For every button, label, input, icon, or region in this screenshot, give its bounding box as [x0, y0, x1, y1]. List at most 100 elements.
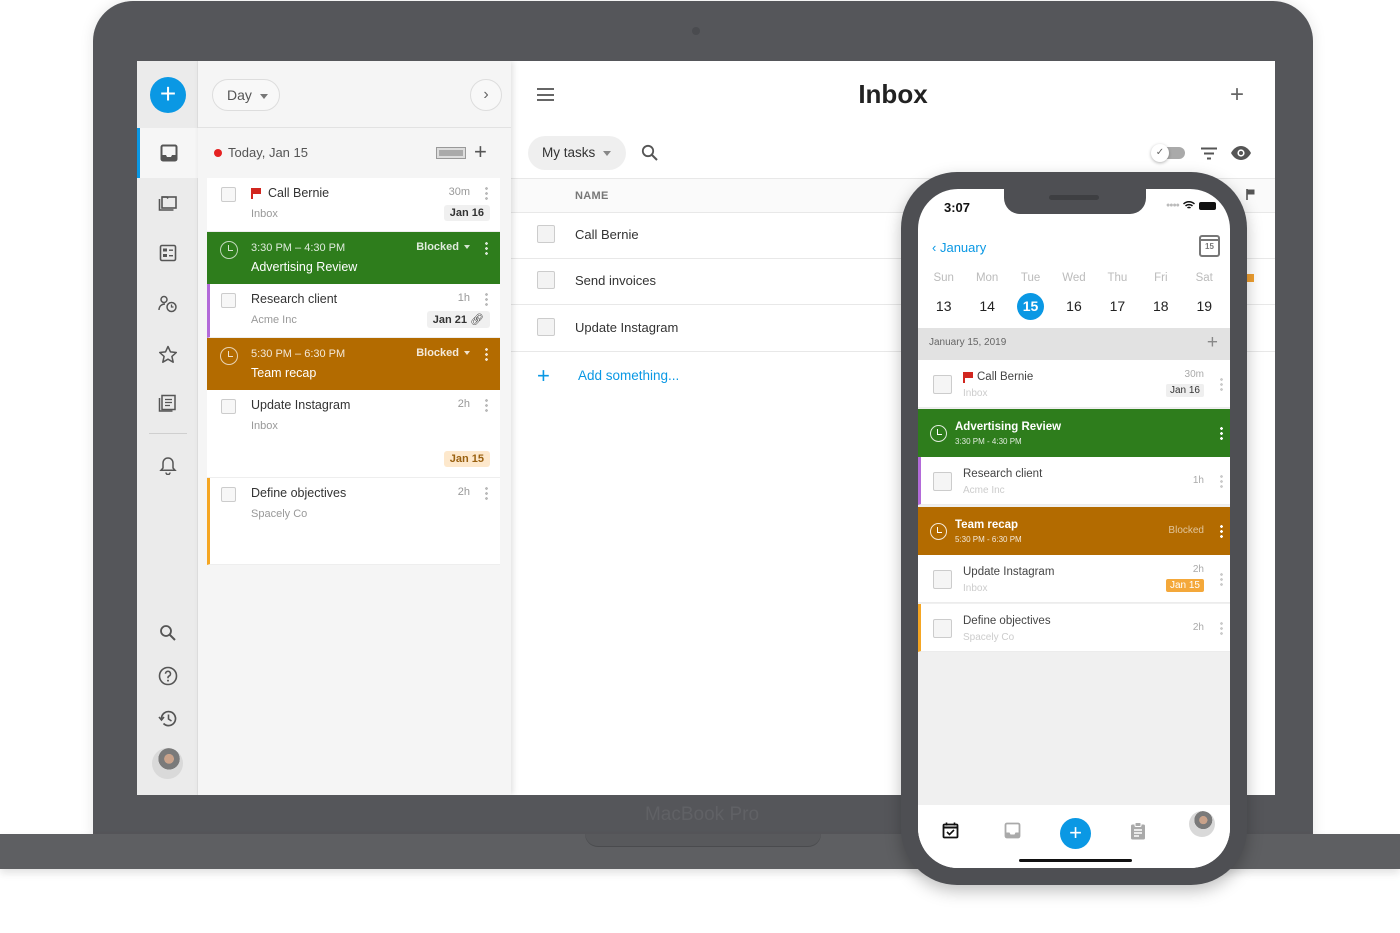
- mobile-event-card[interactable]: Advertising Review 3:30 PM - 4:30 PM: [918, 409, 1230, 457]
- mobile-task-card[interactable]: Update Instagram Inbox 2h Jan 15: [918, 555, 1230, 603]
- back-to-month-button[interactable]: ‹ January: [932, 240, 986, 255]
- calendar-today-icon[interactable]: 15: [1199, 235, 1220, 257]
- task-checkbox[interactable]: [537, 225, 555, 243]
- event-title: Team recap: [251, 366, 317, 380]
- more-options-icon[interactable]: [485, 347, 488, 361]
- day-cell[interactable]: 16: [1054, 293, 1094, 319]
- more-options-icon[interactable]: [1220, 572, 1223, 586]
- column-header-name[interactable]: NAME: [575, 190, 609, 202]
- event-card[interactable]: 3:30 PM – 4:30 PM Advertising Review Blo…: [207, 232, 500, 284]
- add-icon[interactable]: +: [537, 363, 550, 389]
- today-label: Today, Jan 15: [228, 145, 308, 160]
- more-options-icon[interactable]: [1220, 474, 1223, 488]
- rail-item-favorites[interactable]: [137, 329, 198, 379]
- mobile-task-card[interactable]: Define objectives Spacely Co 2h: [918, 604, 1230, 652]
- mobile-event-card[interactable]: Team recap 5:30 PM - 6:30 PM Blocked: [918, 507, 1230, 555]
- calendar-check-icon[interactable]: [942, 822, 959, 839]
- task-row[interactable]: Update Instagram: [575, 320, 678, 335]
- rail-item-inbox[interactable]: [137, 128, 198, 178]
- laptop-notch: [585, 834, 821, 847]
- more-options-icon[interactable]: [485, 241, 488, 255]
- event-status[interactable]: Blocked: [1168, 525, 1204, 536]
- star-icon: [158, 345, 177, 363]
- task-card[interactable]: Define objectives Spacely Co 2h: [207, 478, 500, 565]
- day-cell[interactable]: 17: [1097, 293, 1137, 319]
- event-status-label: Blocked: [416, 241, 459, 253]
- event-card[interactable]: 5:30 PM – 6:30 PM Team recap Blocked: [207, 338, 500, 390]
- day-cell-selected[interactable]: 15: [1011, 293, 1051, 319]
- notes-icon: [158, 394, 176, 412]
- task-title: Call Bernie: [268, 186, 330, 200]
- task-row[interactable]: Send invoices: [575, 273, 656, 288]
- task-filter-dropdown[interactable]: My tasks: [528, 136, 626, 170]
- rail-history-button[interactable]: [137, 693, 198, 743]
- rail-divider: [149, 433, 187, 434]
- add-to-date-button[interactable]: +: [1207, 332, 1218, 354]
- mobile-user-avatar[interactable]: [1189, 811, 1215, 837]
- add-button[interactable]: +: [1230, 81, 1244, 109]
- day-cell[interactable]: 18: [1141, 293, 1181, 319]
- task-title: Define objectives: [251, 486, 347, 500]
- more-options-icon[interactable]: [1220, 524, 1223, 538]
- add-task-button[interactable]: +: [150, 77, 186, 113]
- mobile-add-button[interactable]: +: [1060, 818, 1091, 849]
- inbox-icon[interactable]: [1004, 822, 1021, 839]
- task-card[interactable]: Call Bernie Inbox 30m Jan 16: [207, 178, 500, 232]
- show-completed-toggle[interactable]: ✓: [1151, 144, 1185, 162]
- wifi-icon: [1182, 201, 1195, 209]
- task-checkbox[interactable]: [537, 271, 555, 289]
- task-checkbox[interactable]: [221, 293, 236, 308]
- more-options-icon[interactable]: [1220, 426, 1223, 440]
- task-date-badge: Jan 16: [1165, 384, 1204, 397]
- day-cell[interactable]: 14: [967, 293, 1007, 319]
- more-options-icon[interactable]: [1220, 621, 1223, 635]
- task-card[interactable]: Research client Acme Inc 1h Jan 21 🔗︎: [207, 284, 500, 338]
- more-options-icon[interactable]: [485, 292, 488, 306]
- task-row[interactable]: Call Bernie: [575, 227, 639, 242]
- task-checkbox[interactable]: [933, 375, 952, 394]
- clock-icon: [930, 523, 947, 540]
- task-project: Inbox: [963, 388, 988, 399]
- more-options-icon[interactable]: [485, 398, 488, 412]
- event-status-dropdown[interactable]: Blocked: [416, 347, 470, 359]
- status-bar-icons: ●●●●: [1166, 201, 1216, 210]
- task-checkbox[interactable]: [221, 487, 236, 502]
- task-date-badge[interactable]: Jan 21 🔗︎: [426, 311, 490, 328]
- search-icon[interactable]: [641, 144, 659, 162]
- view-selector-dropdown[interactable]: Day: [212, 79, 280, 111]
- filter-icon[interactable]: [1200, 147, 1218, 160]
- more-options-icon[interactable]: [485, 486, 488, 500]
- mobile-task-card[interactable]: Call Bernie Inbox 30m Jan 16: [918, 360, 1230, 408]
- mobile-task-card[interactable]: Research client Acme Inc 1h: [918, 457, 1230, 505]
- event-status-dropdown[interactable]: Blocked: [416, 241, 470, 253]
- task-checkbox[interactable]: [221, 399, 236, 414]
- add-to-day-button[interactable]: +: [474, 139, 487, 165]
- rail-item-people[interactable]: [137, 279, 198, 329]
- task-checkbox[interactable]: [933, 570, 952, 589]
- user-avatar[interactable]: [152, 748, 183, 779]
- task-card[interactable]: Update Instagram Inbox 2h Jan 15: [207, 390, 500, 478]
- more-options-icon[interactable]: [485, 186, 488, 200]
- task-checkbox[interactable]: [933, 619, 952, 638]
- day-cell[interactable]: 13: [924, 293, 964, 319]
- rail-item-notes[interactable]: [137, 378, 198, 428]
- add-task-input[interactable]: Add something...: [578, 368, 679, 383]
- rail-item-boards[interactable]: [137, 228, 198, 278]
- clipboard-icon[interactable]: [1130, 822, 1146, 840]
- rail-item-notifications[interactable]: [137, 440, 198, 490]
- task-due-date-badge: Jan 15: [1165, 579, 1204, 592]
- flag-column-icon[interactable]: [1246, 189, 1256, 200]
- next-day-button[interactable]: ›: [470, 79, 502, 111]
- task-checkbox[interactable]: [933, 472, 952, 491]
- more-options-icon[interactable]: [1220, 377, 1223, 391]
- task-due-date-badge[interactable]: Jan 15: [443, 451, 490, 467]
- rail-item-projects[interactable]: [137, 178, 198, 228]
- task-checkbox[interactable]: [221, 187, 236, 202]
- event-title: Advertising Review: [955, 421, 1062, 433]
- task-project: Acme Inc: [251, 314, 297, 326]
- people-schedule-icon: [157, 295, 177, 313]
- task-checkbox[interactable]: [537, 318, 555, 336]
- day-cell[interactable]: 19: [1184, 293, 1224, 319]
- eye-icon[interactable]: [1230, 145, 1252, 161]
- task-date-badge[interactable]: Jan 16: [443, 205, 490, 221]
